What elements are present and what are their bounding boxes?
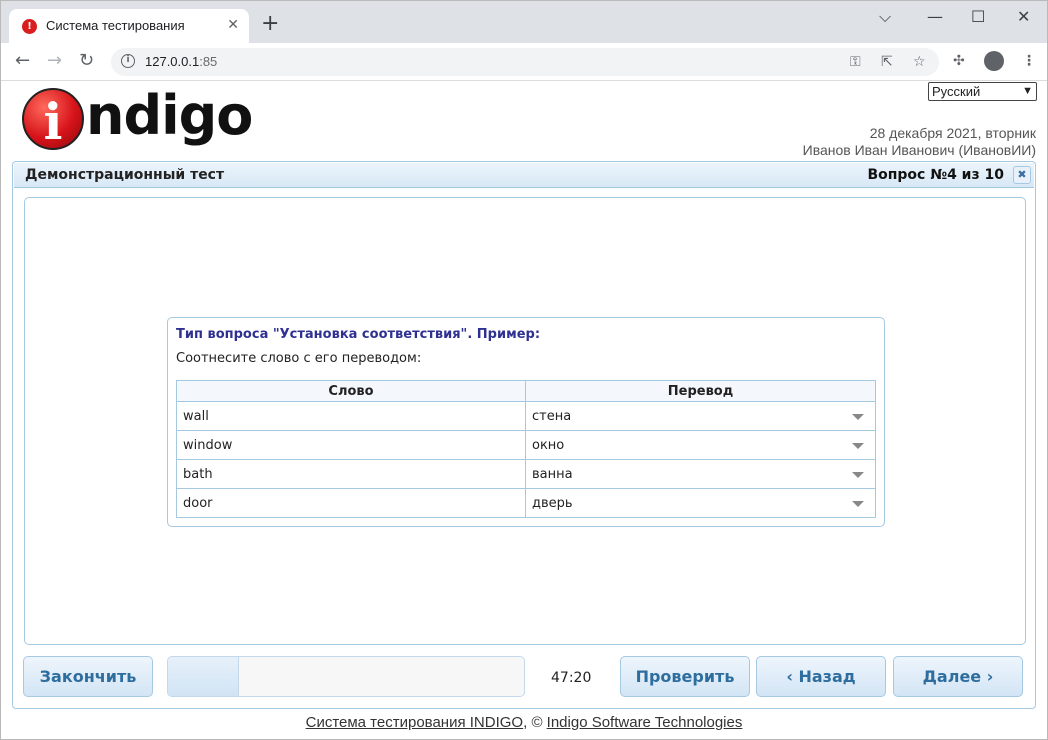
- question-area: Тип вопроса "Установка соответствия". Пр…: [24, 197, 1026, 645]
- timer: 47:20: [551, 670, 592, 686]
- translation-select[interactable]: дверь: [525, 488, 876, 518]
- share-icon[interactable]: ⇱: [881, 54, 893, 70]
- menu-kebab-icon[interactable]: ⋮: [1022, 53, 1036, 69]
- matching-table: Слово Перевод wall стена window окно bat…: [176, 380, 876, 518]
- key-icon[interactable]: ⚿: [850, 54, 861, 70]
- table-row: door дверь: [176, 488, 876, 518]
- progress-fill: [168, 657, 240, 696]
- footer: Система тестирования INDIGO, © Indigo So…: [0, 714, 1048, 731]
- test-title: Демонстрационный тест: [25, 167, 225, 183]
- current-date: 28 декабря 2021, вторник: [869, 125, 1036, 141]
- favicon-icon: !: [22, 19, 37, 34]
- translation-select[interactable]: стена: [525, 401, 876, 431]
- dropdown-arrow-icon: [852, 501, 864, 507]
- test-panel: Демонстрационный тест Вопрос №4 из 10 ✖ …: [12, 161, 1036, 709]
- translation-select-value: стена: [532, 408, 572, 424]
- question-box: Тип вопроса "Установка соответствия". Пр…: [167, 317, 885, 527]
- language-select[interactable]: Русский ▼: [928, 82, 1037, 101]
- footer-separator: , ©: [523, 714, 547, 731]
- logo-text: ndigo: [86, 84, 253, 147]
- extensions-icon[interactable]: ✣: [953, 53, 965, 69]
- table-header-row: Слово Перевод: [176, 380, 876, 402]
- site-info-icon[interactable]: i: [121, 54, 135, 68]
- word-cell: bath: [176, 459, 526, 489]
- user-name: Иванов Иван Иванович (ИвановИИ): [802, 142, 1036, 158]
- tab-title: Система тестирования: [46, 18, 185, 33]
- word-cell: wall: [176, 401, 526, 431]
- translation-select[interactable]: окно: [525, 430, 876, 460]
- minimize-window-icon[interactable]: —: [927, 7, 943, 26]
- browser-toolbar: ← → ↻ i 127.0.0.1:85 ⚿ ⇱ ☆ ✣ ⋮: [1, 43, 1047, 81]
- language-select-value: Русский: [932, 84, 981, 99]
- question-counter: Вопрос №4 из 10: [867, 167, 1004, 183]
- question-type: Тип вопроса "Установка соответствия". Пр…: [176, 327, 541, 342]
- forward-arrow-icon[interactable]: →: [47, 51, 62, 71]
- check-button[interactable]: Проверить: [620, 656, 750, 697]
- column-header-translation: Перевод: [525, 380, 876, 402]
- new-tab-icon[interactable]: +: [261, 13, 279, 35]
- translation-select[interactable]: ванна: [525, 459, 876, 489]
- back-button[interactable]: ‹ Назад: [756, 656, 886, 697]
- system-link[interactable]: Система тестирования INDIGO: [306, 714, 524, 731]
- address-bar[interactable]: i 127.0.0.1:85 ⚿ ⇱ ☆: [111, 48, 939, 76]
- translation-select-value: ванна: [532, 466, 573, 482]
- next-button[interactable]: Далее ›: [893, 656, 1023, 697]
- url-text: 127.0.0.1:85: [145, 54, 218, 69]
- word-cell: door: [176, 488, 526, 518]
- translation-select-value: дверь: [532, 495, 573, 511]
- close-window-icon[interactable]: ✕: [1017, 7, 1030, 26]
- dropdown-arrow-icon: [852, 414, 864, 420]
- table-row: bath ванна: [176, 459, 876, 489]
- dropdown-arrow-icon: [852, 472, 864, 478]
- table-row: window окно: [176, 430, 876, 460]
- bookmark-star-icon[interactable]: ☆: [913, 54, 926, 70]
- table-row: wall стена: [176, 401, 876, 431]
- dropdown-arrow-icon: [852, 443, 864, 449]
- finish-button[interactable]: Закончить: [23, 656, 153, 697]
- browser-tab[interactable]: ! Система тестирования ✕: [9, 9, 249, 43]
- logo-i-icon: i: [22, 88, 84, 151]
- panel-header: Демонстрационный тест Вопрос №4 из 10 ✖: [14, 163, 1034, 188]
- back-arrow-icon[interactable]: ←: [15, 51, 30, 71]
- maximize-window-icon[interactable]: ☐: [971, 7, 985, 26]
- tab-strip: ! Система тестирования ✕ + ⌵ — ☐ ✕: [1, 1, 1047, 43]
- close-icon[interactable]: ✖: [1013, 166, 1031, 184]
- word-cell: window: [176, 430, 526, 460]
- translation-select-value: окно: [532, 437, 565, 453]
- progress-bar: [167, 656, 525, 697]
- reload-icon[interactable]: ↻: [79, 51, 94, 71]
- company-link[interactable]: Indigo Software Technologies: [547, 714, 743, 731]
- profile-avatar-icon[interactable]: [984, 51, 1004, 71]
- minimize-tabs-icon[interactable]: ⌵: [879, 7, 891, 27]
- column-header-word: Слово: [176, 380, 526, 402]
- question-text: Соотнесите слово с его переводом:: [176, 351, 422, 366]
- tab-close-icon[interactable]: ✕: [227, 17, 239, 33]
- chevron-down-icon: ▼: [1022, 85, 1033, 97]
